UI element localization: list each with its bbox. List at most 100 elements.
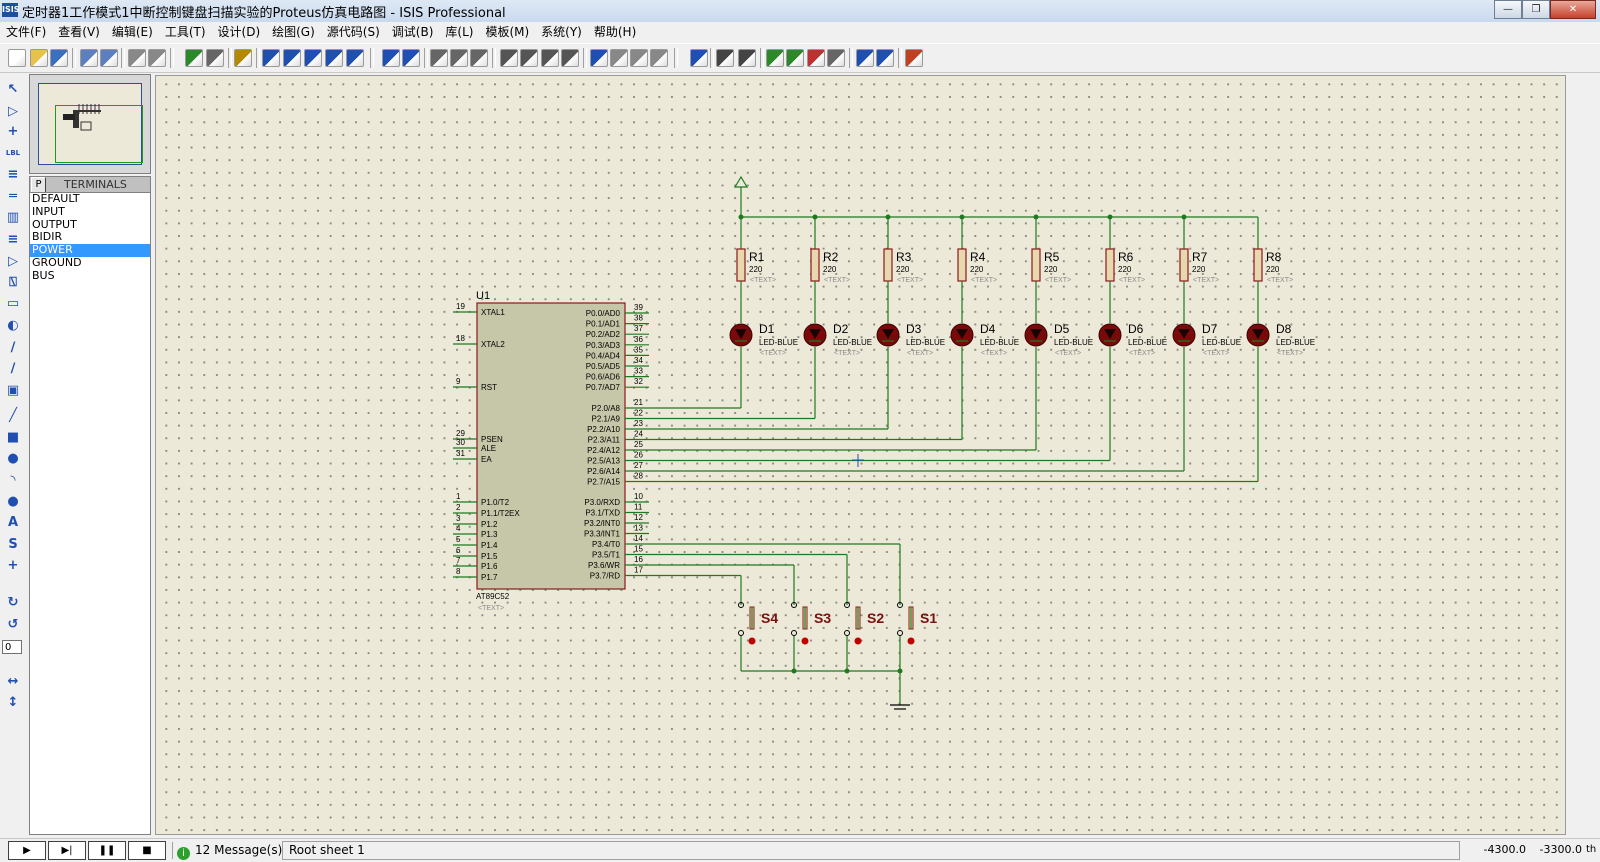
selection-mode-icon[interactable]: ↖ — [5, 83, 21, 97]
block-move-icon[interactable] — [520, 49, 538, 67]
grid-icon[interactable] — [206, 49, 224, 67]
print-icon[interactable] — [128, 49, 146, 67]
new-sheet-icon[interactable] — [766, 49, 784, 67]
goto-sheet-icon[interactable] — [827, 49, 845, 67]
menu-item[interactable]: 源代码(S) — [321, 22, 386, 42]
step-button[interactable]: ▶| — [48, 841, 86, 860]
subcircuit-icon[interactable]: ▥ — [5, 211, 21, 225]
graph-mode-icon[interactable]: ⍂ — [5, 276, 21, 290]
virtual-instrument-icon[interactable]: ▣ — [5, 384, 21, 398]
marker-2d-icon[interactable]: + — [5, 559, 21, 573]
cut-icon[interactable] — [430, 49, 448, 67]
zoom-all-icon[interactable] — [325, 49, 343, 67]
schematic-canvas[interactable]: U1 AT89C52 <TEXT> 19 XTAL1 18 XTAL2 9 RST 29 PSEN 3… — [155, 75, 1566, 835]
pick-devices-button[interactable]: P — [31, 177, 46, 193]
mcu-pin-name: P2.0/A8 — [592, 404, 621, 413]
open-folder-icon[interactable] — [30, 49, 48, 67]
pick-device-icon[interactable] — [590, 49, 608, 67]
box-2d-icon[interactable]: ■ — [5, 431, 21, 445]
play-button[interactable]: ▶ — [8, 841, 46, 860]
junction-dot-icon[interactable]: + — [5, 125, 21, 139]
overview-window[interactable] — [29, 74, 151, 174]
device-pins-icon[interactable]: ▷ — [5, 255, 21, 269]
path-2d-icon[interactable]: ● — [5, 495, 21, 509]
menu-item[interactable]: 调试(B) — [386, 22, 440, 42]
new-file-icon[interactable] — [8, 49, 26, 67]
text-2d-icon[interactable]: A — [5, 516, 21, 530]
refresh-icon[interactable] — [185, 49, 203, 67]
menu-item[interactable]: 系统(Y) — [535, 22, 588, 42]
terminal-list-item[interactable]: INPUT — [30, 205, 150, 219]
make-device-icon[interactable] — [610, 49, 628, 67]
symbol-2d-icon[interactable]: S — [5, 538, 21, 552]
property-tool-icon[interactable] — [738, 49, 756, 67]
mirror-x-icon[interactable]: ↔ — [5, 675, 21, 689]
wire-label-icon[interactable]: LBL — [5, 146, 21, 160]
menu-item[interactable]: 查看(V) — [52, 22, 106, 42]
origin-icon[interactable] — [234, 49, 252, 67]
circle-2d-icon[interactable]: ● — [5, 452, 21, 466]
pack-device-icon[interactable] — [630, 49, 648, 67]
tape-recorder-icon[interactable]: ▭ — [5, 297, 21, 311]
erc-icon[interactable] — [876, 49, 894, 67]
stop-button[interactable]: ■ — [128, 841, 166, 860]
decompose-icon[interactable] — [650, 49, 668, 67]
menu-item[interactable]: 绘图(G) — [266, 22, 321, 42]
zoom-area-icon[interactable] — [346, 49, 364, 67]
terminal-list-item[interactable]: BUS — [30, 269, 150, 283]
menu-item[interactable]: 编辑(E) — [106, 22, 159, 42]
menu-item[interactable]: 工具(T) — [159, 22, 212, 42]
current-probe-icon[interactable]: ∕ — [5, 362, 21, 376]
simulation-controls: ▶ ▶| ❚❚ ■ — [8, 841, 168, 860]
netlist-ares-icon[interactable] — [905, 49, 923, 67]
text-script-icon[interactable]: ≡ — [5, 168, 21, 182]
block-delete-icon[interactable] — [561, 49, 579, 67]
resistor-value-label: 220 — [1266, 265, 1280, 274]
minimize-button[interactable]: — — [1494, 0, 1522, 19]
restore-button[interactable]: ❐ — [1522, 0, 1550, 19]
wire-autorouter-icon[interactable] — [690, 49, 708, 67]
save-icon[interactable] — [50, 49, 68, 67]
menu-item[interactable]: 模板(M) — [479, 22, 535, 42]
terminal-list-item[interactable]: DEFAULT — [30, 192, 150, 206]
terminal-list-item[interactable]: GROUND — [30, 256, 150, 270]
line-2d-icon[interactable]: ╱ — [5, 409, 21, 423]
bom-icon[interactable] — [856, 49, 874, 67]
message-count[interactable]: i 12 Message(s) — [172, 842, 282, 860]
mirror-y-icon[interactable]: ↕ — [5, 696, 21, 710]
pause-button[interactable]: ❚❚ — [88, 841, 126, 860]
rotation-angle-field[interactable]: 0 — [2, 640, 22, 654]
add-sheet-icon[interactable] — [786, 49, 804, 67]
paste-icon[interactable] — [470, 49, 488, 67]
redo-icon[interactable] — [402, 49, 420, 67]
terminals-mode-icon[interactable]: ≡ — [5, 233, 21, 247]
block-rotate-icon[interactable] — [541, 49, 559, 67]
import-icon[interactable] — [80, 49, 98, 67]
zoom-out-icon[interactable] — [304, 49, 322, 67]
schematic-drawing: U1AT89C52<TEXT>19XTAL118XTAL29RST29PSEN3… — [453, 175, 1315, 710]
rotate-cw-icon[interactable]: ↻ — [5, 596, 21, 610]
menu-item[interactable]: 文件(F) — [0, 22, 52, 42]
print-area-icon[interactable] — [148, 49, 166, 67]
close-button[interactable]: ✕ — [1550, 0, 1596, 19]
zoom-in-icon[interactable] — [283, 49, 301, 67]
pan-icon[interactable] — [262, 49, 280, 67]
menu-item[interactable]: 设计(D) — [212, 22, 267, 42]
block-copy-icon[interactable] — [500, 49, 518, 67]
remove-sheet-icon[interactable] — [807, 49, 825, 67]
switch-contact — [738, 630, 744, 636]
mcu-pin-name: P3.1/TXD — [585, 509, 620, 518]
component-mode-icon[interactable]: ▷ — [5, 105, 21, 119]
mcu-pin-name: P2.7/A15 — [587, 478, 620, 487]
voltage-probe-icon[interactable]: ∕ — [5, 341, 21, 355]
search-tag-icon[interactable] — [716, 49, 734, 67]
export-icon[interactable] — [100, 49, 118, 67]
menu-item[interactable]: 帮助(H) — [588, 22, 642, 42]
rotate-ccw-icon[interactable]: ↺ — [5, 618, 21, 632]
undo-icon[interactable] — [382, 49, 400, 67]
generator-icon[interactable]: ◐ — [5, 319, 21, 333]
arc-2d-icon[interactable]: ◝ — [5, 474, 21, 488]
menu-item[interactable]: 库(L) — [439, 22, 479, 42]
copy-icon[interactable] — [450, 49, 468, 67]
buses-icon[interactable]: ═ — [5, 190, 21, 204]
